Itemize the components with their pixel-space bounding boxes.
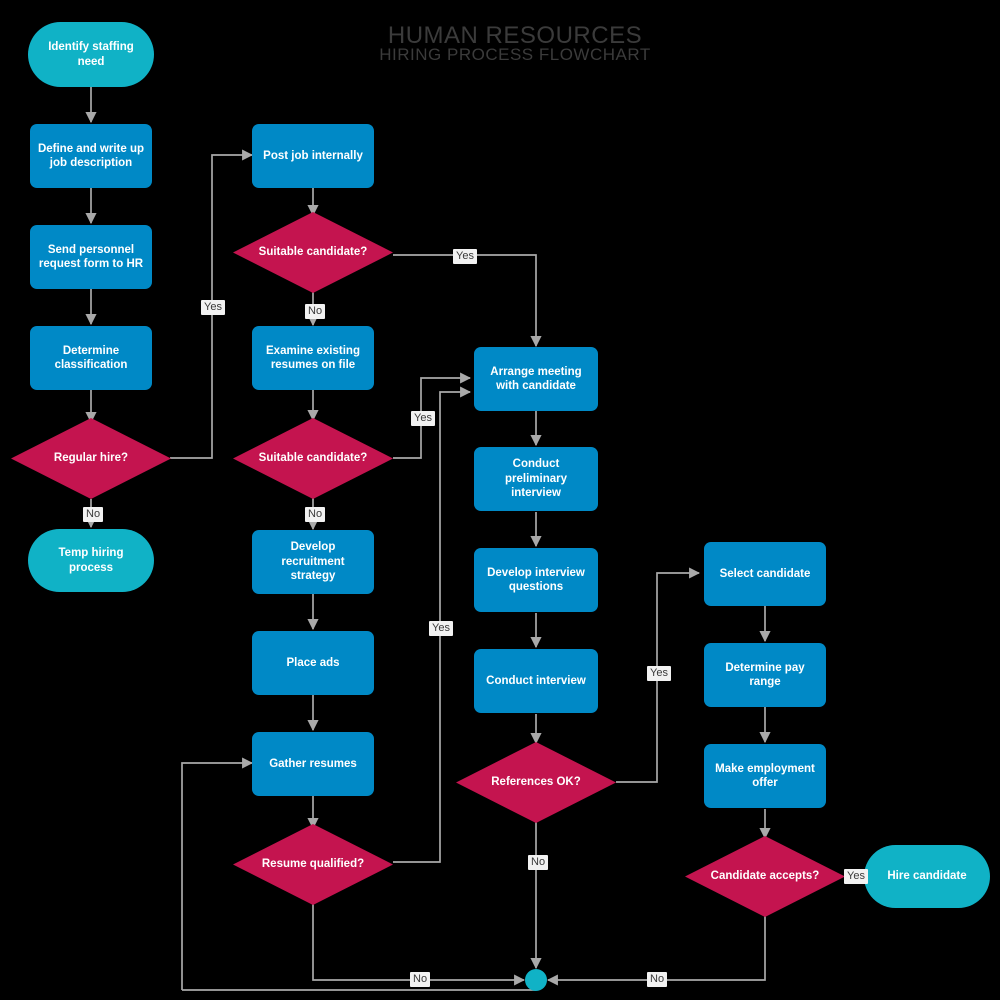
edge-label-references-ok-no: No [528, 855, 549, 870]
node-label: Send personnel request form to HR [38, 243, 144, 270]
node-develop-interview-questions[interactable]: Develop interview questions [474, 548, 598, 612]
node-junction-dot [525, 969, 547, 991]
node-regular-hire-decision[interactable]: Regular hire? [11, 418, 171, 499]
edge-label-resume-qualified-no: No [410, 972, 431, 987]
node-temp-hiring-process[interactable]: Temp hiring process [28, 529, 154, 592]
node-conduct-interview[interactable]: Conduct interview [474, 649, 598, 713]
node-label: Regular hire? [53, 452, 129, 465]
edge-label-resume-qualified-yes: Yes [429, 621, 453, 636]
node-hire-candidate[interactable]: Hire candidate [864, 845, 990, 908]
node-label: Determine pay range [725, 661, 805, 688]
node-label: Arrange meeting with candidate [490, 365, 582, 392]
flowchart-canvas: HUMAN RESOURCES HIRING PROCESS FLOWCHART [0, 0, 1000, 1000]
edge-label-suitable-1-no: No [305, 304, 326, 319]
node-label: Select candidate [719, 567, 811, 580]
node-suitable-candidate-1-decision[interactable]: Suitable candidate? [233, 212, 393, 293]
node-label: Conduct preliminary interview [505, 458, 567, 500]
node-label: Suitable candidate? [258, 452, 368, 465]
node-place-ads[interactable]: Place ads [252, 631, 374, 695]
node-gather-resumes[interactable]: Gather resumes [252, 732, 374, 796]
edge-label-suitable-1-yes: Yes [453, 249, 477, 264]
edge-label-regular-hire-no: No [83, 507, 104, 522]
node-label: Make employment offer [715, 762, 815, 789]
node-label: Define and write up job description [37, 142, 145, 169]
node-determine-classification[interactable]: Determine classification [30, 326, 152, 390]
edge-label-regular-hire-yes: Yes [201, 300, 225, 315]
node-label: Post job internally [263, 149, 363, 162]
edge-label-candidate-accepts-yes: Yes [844, 869, 868, 884]
node-label: Resume qualified? [261, 858, 365, 871]
node-label: Develop interview questions [487, 566, 585, 593]
node-determine-pay-range[interactable]: Determine pay range [704, 643, 826, 707]
node-label: Conduct interview [486, 674, 586, 687]
node-label: Candidate accepts? [710, 870, 820, 883]
edge-label-suitable-2-yes: Yes [411, 411, 435, 426]
node-label: Identify staffing need [48, 41, 134, 68]
node-examine-existing-resumes[interactable]: Examine existing resumes on file [252, 326, 374, 390]
node-suitable-candidate-2-decision[interactable]: Suitable candidate? [233, 418, 393, 499]
node-label: Suitable candidate? [258, 246, 368, 259]
edge-label-candidate-accepts-no: No [647, 972, 668, 987]
node-label: Determine classification [54, 344, 128, 371]
node-develop-recruitment-strategy[interactable]: Develop recruitment strategy [252, 530, 374, 594]
node-post-job-internally[interactable]: Post job internally [252, 124, 374, 188]
node-label: Develop recruitment strategy [281, 541, 345, 583]
node-references-ok-decision[interactable]: References OK? [456, 742, 616, 823]
node-label: Temp hiring process [58, 547, 124, 574]
node-label: Gather resumes [269, 757, 357, 770]
node-identify-staffing-need[interactable]: Identify staffing need [28, 22, 154, 87]
node-make-employment-offer[interactable]: Make employment offer [704, 744, 826, 808]
node-label: Place ads [286, 656, 340, 669]
node-define-job-description[interactable]: Define and write up job description [30, 124, 152, 188]
node-select-candidate[interactable]: Select candidate [704, 542, 826, 606]
node-arrange-meeting[interactable]: Arrange meeting with candidate [474, 347, 598, 411]
node-label: Hire candidate [887, 870, 967, 883]
node-send-personnel-request[interactable]: Send personnel request form to HR [30, 225, 152, 289]
node-label: Examine existing resumes on file [266, 344, 360, 371]
edge-label-references-ok-yes: Yes [647, 666, 671, 681]
node-conduct-preliminary-interview[interactable]: Conduct preliminary interview [474, 447, 598, 511]
node-candidate-accepts-decision[interactable]: Candidate accepts? [685, 836, 845, 917]
node-label: References OK? [491, 776, 581, 789]
node-resume-qualified-decision[interactable]: Resume qualified? [233, 824, 393, 905]
edge-label-suitable-2-no: No [305, 507, 326, 522]
